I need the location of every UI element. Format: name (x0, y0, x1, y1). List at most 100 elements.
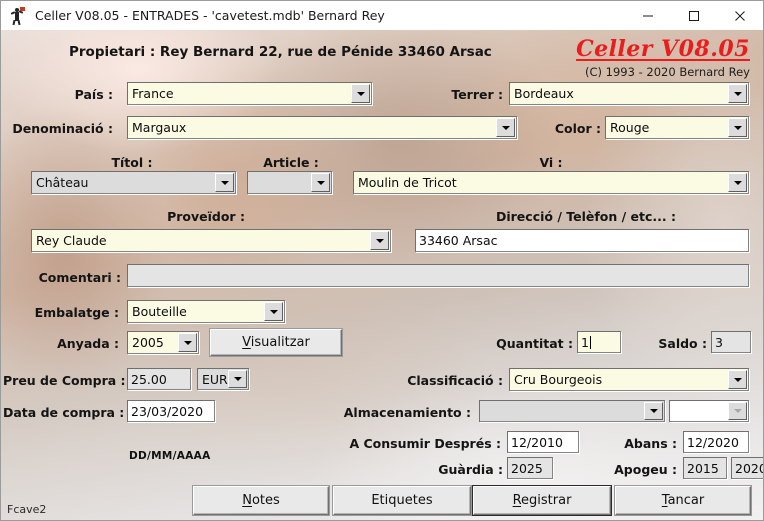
vi-label: Vi : (539, 155, 563, 170)
application-window: Celler V08.05 - ENTRADES - 'cavetest.mdb… (0, 0, 764, 521)
data-compra-value: 23/03/2020 (131, 403, 204, 419)
classificacio-label: Classificació : (407, 373, 503, 388)
notes-accel: N (242, 493, 252, 508)
apogeu-start-box: 2015 (683, 457, 727, 479)
apogeu-start-value: 2015 (687, 460, 719, 476)
comentari-input[interactable] (127, 264, 749, 287)
chevron-down-icon[interactable] (351, 84, 370, 103)
chevron-down-icon[interactable] (228, 370, 247, 388)
status-bar-text: Fcave2 (7, 503, 47, 516)
chevron-down-icon[interactable] (215, 173, 234, 192)
registrar-accel: R (512, 493, 522, 508)
vi-combo[interactable]: Moulin de Tricot (353, 171, 749, 194)
direccio-label: Direcció / Telèfon / etc... : (495, 209, 677, 224)
pais-label: País : (74, 87, 113, 102)
consumir-despres-value: 12/2010 (511, 434, 563, 450)
text-cursor (589, 335, 591, 349)
minimize-button[interactable] (625, 1, 671, 30)
guardia-value: 2025 (511, 460, 543, 476)
currency-value: EUR (202, 371, 228, 387)
quantitat-value: 1 (581, 334, 589, 350)
form-client-area: Propietari : Rey Bernard 22, rue de Péni… (1, 30, 763, 520)
almacenamiento-sub-combo[interactable] (669, 400, 749, 422)
proveidor-label: Proveïdor : (167, 209, 245, 224)
denominacio-combo[interactable]: Margaux (127, 116, 517, 139)
anyada-combo[interactable]: 2005 (127, 331, 199, 354)
color-combo[interactable]: Rouge (605, 116, 749, 139)
tancar-button[interactable]: Tancar (615, 486, 751, 515)
app-brand-title: Celler V08.05 (576, 36, 750, 62)
terrer-combo[interactable]: Bordeaux (509, 82, 749, 105)
article-combo[interactable] (247, 171, 332, 194)
notes-label: otes (251, 493, 280, 508)
owner-heading: Propietari : Rey Bernard 22, rue de Péni… (69, 44, 492, 60)
etiquetes-button[interactable]: Etiquetes (333, 486, 471, 515)
classificacio-value: Cru Bourgeois (514, 372, 603, 387)
quantitat-label: Quantitat : (496, 336, 573, 351)
currency-combo[interactable]: EUR (197, 368, 249, 390)
window-controls (625, 1, 763, 30)
almacenamiento-label: Almacenamiento : (343, 405, 471, 420)
registrar-label: egistrar (521, 493, 572, 508)
abans-label: Abans : (624, 436, 677, 451)
pais-value: France (132, 86, 174, 101)
chevron-down-icon[interactable] (728, 173, 747, 192)
direccio-value: 33460 Arsac (419, 233, 498, 248)
copyright-text: (C) 1993 - 2020 Bernard Rey (585, 65, 750, 79)
titol-combo[interactable]: Château (31, 171, 236, 194)
etiquetes-label: quetes (388, 493, 433, 508)
saldo-label: Saldo : (658, 336, 707, 351)
chevron-down-icon[interactable] (728, 118, 747, 137)
preu-compra-input[interactable]: 25.00 (127, 368, 191, 390)
abans-value: 12/2020 (687, 434, 739, 450)
terrer-label: Terrer : (451, 87, 503, 102)
chevron-down-icon[interactable] (728, 370, 747, 389)
proveidor-combo[interactable]: Rey Claude (31, 229, 391, 252)
pais-combo[interactable]: France (127, 82, 372, 105)
visualitzar-button[interactable]: Visualitzar (210, 329, 342, 356)
close-button[interactable] (717, 1, 763, 30)
guardia-label: Guàrdia : (438, 462, 503, 477)
proveidor-value: Rey Claude (36, 233, 107, 248)
apogeu-end-value: 2020 (735, 460, 763, 476)
registrar-button[interactable]: Registrar (473, 486, 611, 515)
notes-button[interactable]: Notes (193, 486, 329, 515)
denominacio-value: Margaux (132, 120, 187, 135)
titol-value: Château (36, 175, 89, 190)
almacenamiento-combo[interactable] (479, 400, 665, 422)
article-label: Article : (263, 155, 319, 170)
chevron-down-icon[interactable] (728, 84, 747, 103)
chevron-down-icon[interactable] (264, 302, 283, 321)
etiquetes-label-pre: Eti (371, 493, 389, 508)
denominacio-label: Denominació : (12, 121, 113, 136)
apogeu-end-box: 2020 (731, 457, 763, 479)
preu-compra-value: 25.00 (131, 371, 167, 387)
chevron-down-icon[interactable] (311, 173, 330, 192)
data-compra-label: Data de compra : (3, 405, 125, 420)
anyada-label: Anyada : (57, 336, 119, 351)
classificacio-combo[interactable]: Cru Bourgeois (509, 368, 749, 391)
chevron-down-icon[interactable] (644, 402, 663, 420)
embalatge-label: Embalatge : (34, 305, 119, 320)
direccio-input[interactable]: 33460 Arsac (415, 229, 749, 252)
chevron-down-icon[interactable] (178, 333, 197, 352)
abans-input[interactable]: 12/2020 (683, 431, 749, 453)
tancar-label: ancar (667, 493, 705, 508)
title-bar: Celler V08.05 - ENTRADES - 'cavetest.mdb… (1, 1, 763, 31)
preu-compra-label: Preu de Compra : (3, 373, 126, 388)
chevron-down-icon[interactable] (370, 231, 389, 250)
maximize-button[interactable] (671, 1, 717, 30)
visualitzar-accel: V (242, 335, 251, 350)
terrer-value: Bordeaux (514, 86, 574, 101)
person-flag-icon (10, 6, 28, 25)
comentari-label: Comentari : (38, 270, 121, 285)
color-value: Rouge (610, 120, 650, 135)
date-format-hint: DD/MM/AAAA (129, 450, 211, 462)
vi-value: Moulin de Tricot (358, 175, 457, 190)
apogeu-label: Apogeu : (614, 462, 677, 477)
data-compra-input[interactable]: 23/03/2020 (127, 400, 215, 422)
chevron-down-icon (728, 402, 747, 420)
anyada-value: 2005 (132, 335, 164, 350)
saldo-value: 3 (715, 334, 723, 350)
embalatge-combo[interactable]: Bouteille (127, 300, 285, 323)
